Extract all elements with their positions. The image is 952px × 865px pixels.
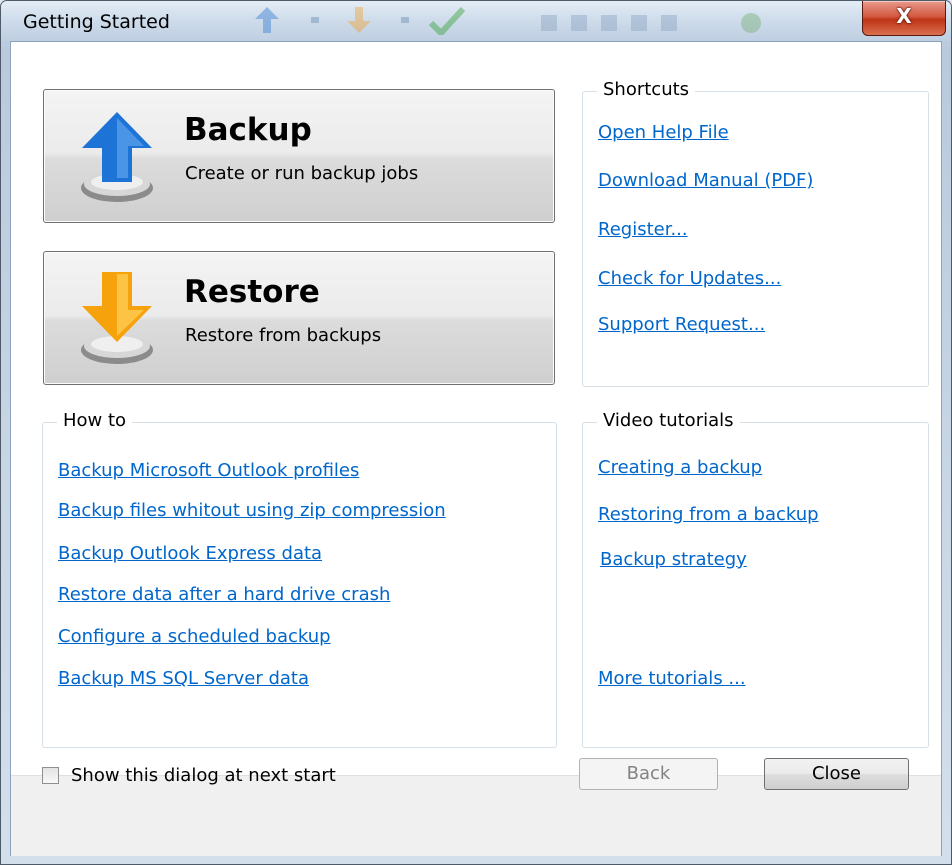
link-open-help-file[interactable]: Open Help File: [598, 122, 729, 143]
show-at-start-checkbox[interactable]: [42, 767, 59, 784]
link-howto-outlook-express[interactable]: Backup Outlook Express data: [58, 543, 322, 564]
backup-title: Backup: [184, 112, 312, 148]
back-button[interactable]: Back: [579, 758, 718, 790]
video-tutorials-title: Video tutorials: [597, 410, 740, 431]
close-icon: X: [896, 4, 912, 28]
link-more-tutorials[interactable]: More tutorials ...: [598, 668, 746, 689]
link-video-backup-strategy[interactable]: Backup strategy: [600, 549, 747, 570]
link-howto-drive-crash[interactable]: Restore data after a hard drive crash: [58, 584, 390, 605]
link-check-for-updates[interactable]: Check for Updates...: [598, 268, 781, 289]
restore-down-arrow-icon: [81, 272, 153, 364]
restore-title: Restore: [184, 274, 320, 310]
window-title: Getting Started: [23, 11, 170, 33]
link-support-request[interactable]: Support Request...: [598, 314, 765, 335]
close-button[interactable]: Close: [764, 758, 909, 790]
link-howto-sql-server[interactable]: Backup MS SQL Server data: [58, 668, 309, 689]
backup-subtitle: Create or run backup jobs: [185, 163, 419, 184]
backup-button[interactable]: Backup Create or run backup jobs: [43, 89, 555, 223]
backup-up-arrow-icon: [81, 112, 153, 202]
link-video-creating-backup[interactable]: Creating a backup: [598, 457, 762, 478]
title-bar[interactable]: Getting Started X: [1, 1, 951, 41]
window-close-button[interactable]: X: [862, 1, 946, 36]
shortcuts-title: Shortcuts: [597, 79, 696, 100]
video-tutorials-group: Video tutorials Creating a backup Restor…: [582, 410, 929, 748]
link-download-manual[interactable]: Download Manual (PDF): [598, 170, 813, 191]
link-video-restoring-backup[interactable]: Restoring from a backup: [598, 504, 819, 525]
link-howto-outlook-profiles[interactable]: Backup Microsoft Outlook profiles: [58, 460, 359, 481]
show-at-start-label[interactable]: Show this dialog at next start: [71, 765, 336, 786]
dialog-window: Getting Started X Backup Create or run b…: [0, 0, 952, 865]
restore-subtitle: Restore from backups: [185, 325, 382, 346]
link-howto-no-zip[interactable]: Backup files whitout using zip compressi…: [58, 500, 446, 521]
howto-title: How to: [57, 410, 133, 431]
link-register[interactable]: Register...: [598, 219, 688, 240]
shortcuts-group: Shortcuts Open Help File Download Manual…: [582, 79, 929, 387]
background-toolbar-ghost: [255, 7, 761, 35]
link-howto-scheduled-backup[interactable]: Configure a scheduled backup: [58, 626, 331, 647]
howto-group: How to Backup Microsoft Outlook profiles…: [42, 410, 557, 748]
dialog-client-area: Backup Create or run backup jobs Restore…: [10, 41, 942, 856]
restore-button[interactable]: Restore Restore from backups: [43, 251, 555, 385]
